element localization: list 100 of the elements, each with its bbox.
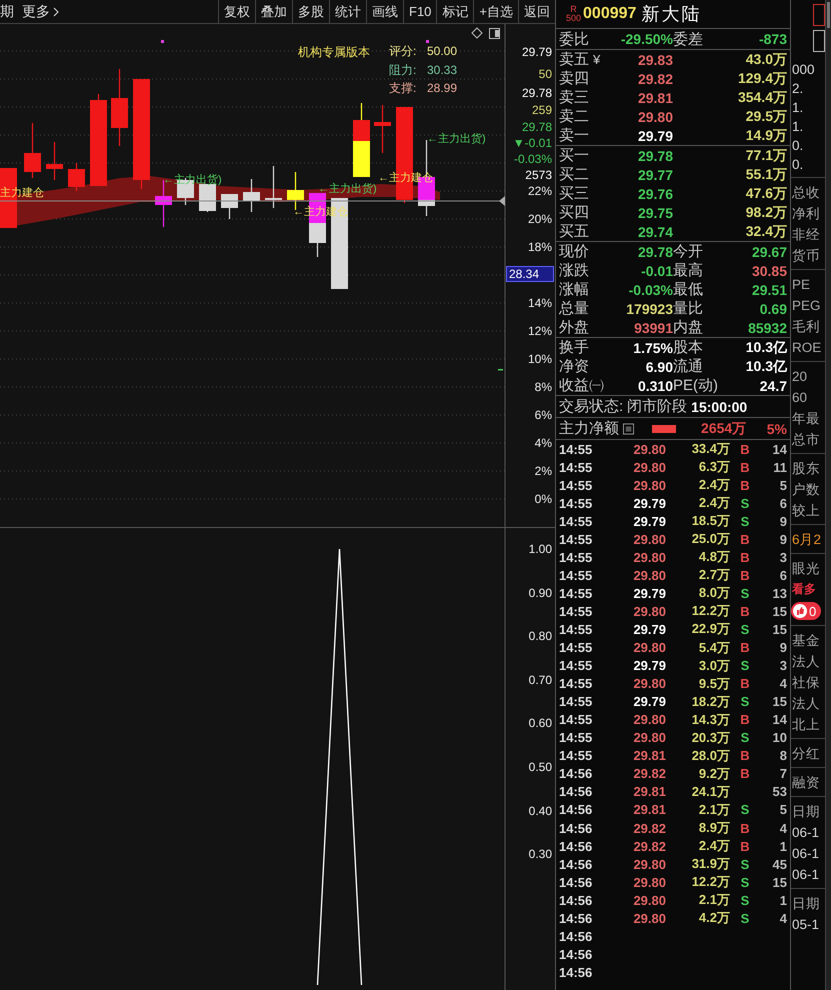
trade-count: 3 bbox=[778, 550, 787, 565]
field-value: 10.3亿 bbox=[744, 358, 787, 376]
order-volume: 55.1万 bbox=[744, 166, 787, 184]
side-label[interactable]: 毛利 bbox=[791, 316, 820, 337]
trade-count: 45 bbox=[772, 856, 787, 872]
side-label[interactable]: 000 bbox=[791, 60, 815, 79]
side-label[interactable]: 法人 bbox=[791, 651, 820, 672]
trade-volume: 2.4万 bbox=[698, 494, 730, 512]
side-label[interactable]: 日期 bbox=[791, 893, 820, 914]
net-flow-amount: 2654万 bbox=[700, 420, 746, 438]
order-label: 买一 bbox=[559, 146, 589, 165]
side-label[interactable]: 日期 bbox=[791, 801, 820, 822]
trade-price: 29.80 bbox=[632, 874, 666, 890]
side-label[interactable]: 05-1 bbox=[791, 914, 820, 935]
field-label: 外盘 bbox=[559, 318, 590, 337]
trade-time: 14:55 bbox=[559, 496, 594, 511]
trade-count: 4 bbox=[778, 676, 787, 692]
side-label[interactable]: 1. bbox=[791, 98, 804, 117]
trade-count: 15 bbox=[772, 604, 787, 619]
trade-time: 14:56 bbox=[559, 928, 594, 944]
market-label: R 500 bbox=[566, 5, 582, 23]
side-label[interactable]: 法人 bbox=[791, 693, 820, 714]
axis-label: 29.78 bbox=[522, 120, 552, 134]
axis-label: 2573 bbox=[525, 168, 552, 182]
trade-volume: 12.2万 bbox=[690, 602, 730, 620]
side-label[interactable]: 1. bbox=[791, 117, 804, 136]
trade-volume: 9.2万 bbox=[698, 764, 730, 783]
trade-side: B bbox=[739, 604, 751, 619]
side-label[interactable]: 分红 bbox=[791, 743, 820, 764]
order-price: 29.74 bbox=[636, 224, 673, 240]
trade-volume: 2.7万 bbox=[698, 566, 730, 584]
trade-volume: 5.4万 bbox=[698, 638, 730, 657]
trade-price: 29.79 bbox=[632, 694, 666, 710]
order-label: 卖三 bbox=[559, 88, 589, 107]
trade-time: 14:55 bbox=[559, 730, 594, 746]
trade-side: S bbox=[740, 892, 750, 908]
trade-time: 14:55 bbox=[559, 478, 594, 493]
side-label[interactable]: 较上 bbox=[791, 500, 820, 521]
side-label[interactable]: 0. bbox=[791, 136, 804, 155]
period-tab[interactable]: 期 bbox=[0, 2, 16, 20]
side-label[interactable]: 眼光 bbox=[791, 558, 820, 579]
trade-time: 14:56 bbox=[559, 964, 594, 980]
list-icon[interactable] bbox=[623, 422, 634, 434]
tab-icon[interactable] bbox=[813, 30, 825, 52]
scrollbar[interactable] bbox=[825, 0, 831, 990]
side-label[interactable]: PE bbox=[791, 274, 810, 295]
side-label[interactable]: 基金 bbox=[791, 630, 820, 651]
side-label[interactable]: 60 bbox=[791, 387, 808, 408]
trade-volume: 2.4万 bbox=[698, 476, 730, 494]
side-label[interactable]: 净利 bbox=[791, 203, 820, 224]
side-label[interactable]: 社保 bbox=[791, 672, 820, 693]
trade-time: 14:55 bbox=[559, 514, 594, 529]
trade-time: 14:56 bbox=[559, 784, 594, 800]
trade-time: 14:55 bbox=[559, 748, 594, 764]
side-label[interactable]: 06-1 bbox=[791, 864, 820, 885]
status-value: 闭市阶段 bbox=[627, 397, 688, 416]
axis-label: 0.30 bbox=[528, 847, 552, 862]
trade-price: 29.80 bbox=[632, 712, 666, 728]
side-label[interactable]: ROE bbox=[791, 337, 822, 358]
order-volume: 43.0万 bbox=[744, 50, 787, 68]
side-label[interactable]: 北上 bbox=[791, 714, 820, 735]
trade-volume: 33.4万 bbox=[690, 440, 730, 458]
side-label[interactable]: 股东 bbox=[791, 458, 820, 479]
side-label[interactable]: 06-1 bbox=[791, 843, 820, 864]
trade-price: 29.82 bbox=[632, 766, 666, 782]
side-label[interactable]: 总收 bbox=[791, 182, 820, 203]
trade-price: 29.79 bbox=[632, 586, 666, 601]
side-label[interactable]: 融资 bbox=[791, 772, 820, 793]
trade-count: 9 bbox=[778, 532, 787, 547]
like-badge[interactable]: 0 bbox=[791, 602, 821, 620]
order-volume: 77.1万 bbox=[744, 146, 787, 164]
trade-price: 29.79 bbox=[632, 496, 666, 511]
side-label[interactable]: 6月2 bbox=[791, 529, 822, 550]
trade-count: 15 bbox=[772, 874, 787, 890]
more-menu[interactable]: 更多 bbox=[22, 2, 59, 20]
trade-count: 15 bbox=[772, 622, 787, 637]
side-label[interactable]: 2. bbox=[791, 79, 804, 98]
order-volume: 129.4万 bbox=[736, 70, 787, 88]
side-label[interactable]: 年最 bbox=[791, 408, 820, 429]
axis-label: 6% bbox=[534, 408, 552, 422]
field-value: -873 bbox=[758, 31, 787, 47]
side-label[interactable]: PEG bbox=[791, 295, 821, 316]
axis-label: 20% bbox=[528, 212, 552, 226]
side-label[interactable]: 总市 bbox=[791, 429, 820, 450]
candlestick bbox=[46, 142, 63, 180]
trade-time: 14:55 bbox=[559, 694, 594, 710]
order-label: 卖一 bbox=[559, 126, 589, 145]
trade-time: 14:55 bbox=[559, 532, 594, 547]
trade-count: 1 bbox=[778, 892, 787, 908]
order-price: 29.83 bbox=[636, 52, 673, 68]
field-value: 29.67 bbox=[750, 244, 787, 260]
axis-label: 0.90 bbox=[528, 586, 552, 600]
side-label[interactable]: 06-1 bbox=[791, 822, 820, 843]
axis-label: 0.60 bbox=[528, 716, 552, 730]
side-label[interactable]: 0. bbox=[791, 155, 804, 174]
side-label[interactable]: 户数 bbox=[791, 479, 820, 500]
order-label: 卖二 bbox=[559, 107, 589, 126]
side-label[interactable]: 20 bbox=[791, 366, 808, 387]
side-label[interactable]: 非经 bbox=[791, 224, 820, 245]
side-label[interactable]: 货币 bbox=[791, 245, 820, 266]
